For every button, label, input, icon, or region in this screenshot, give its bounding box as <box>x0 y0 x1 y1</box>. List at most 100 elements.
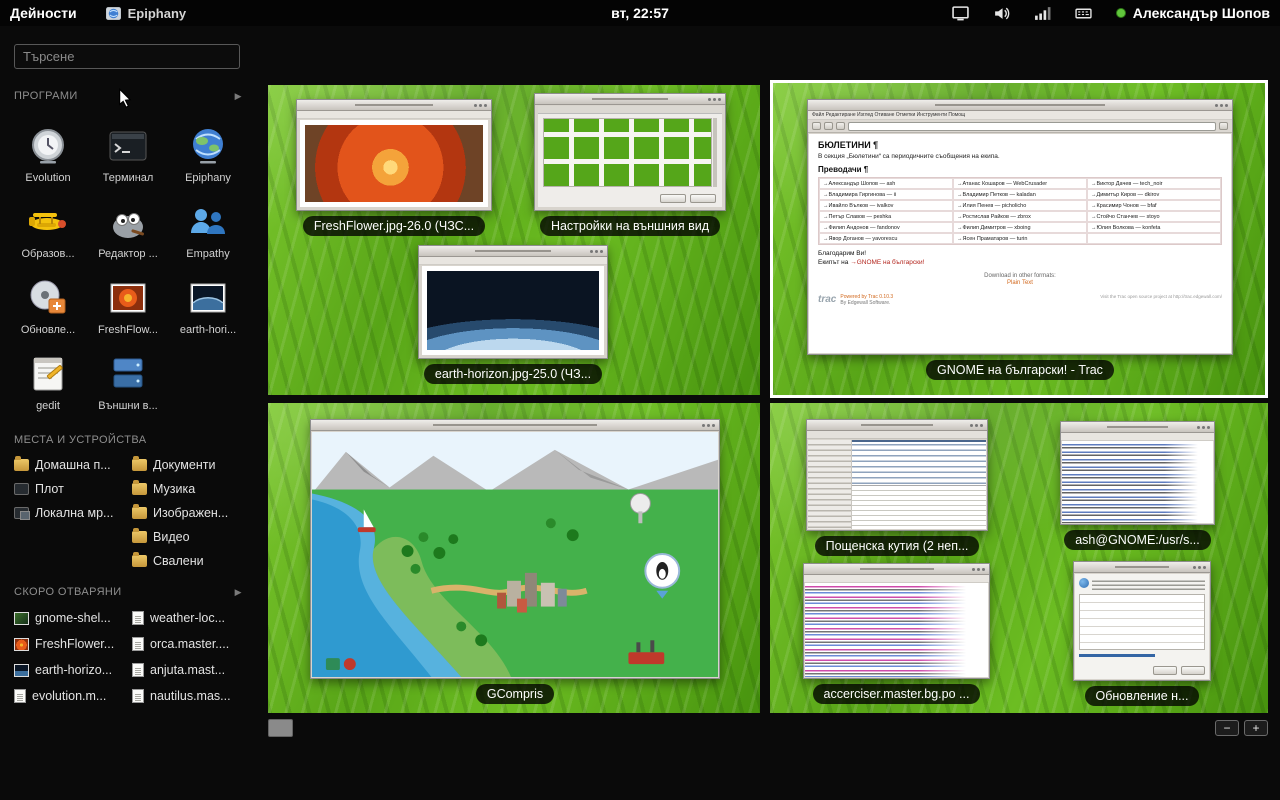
translators-heading: Преводачи ¶ <box>818 165 1222 174</box>
team-link[interactable]: →GNOME на български! <box>850 259 924 266</box>
recent-item[interactable]: FreshFlower... <box>14 634 132 654</box>
app-tile-empathy[interactable]: Empathy <box>168 190 248 260</box>
window-group-earth: earth-horizon.jpg-25.0 (ЧЗ... <box>418 245 608 384</box>
app-tile-terminal[interactable]: Терминал <box>88 114 168 184</box>
recent-label: FreshFlower... <box>35 637 114 651</box>
app-tile-freshflower[interactable]: FreshFlow... <box>88 266 168 336</box>
window-group-appearance: Настройки на външния вид <box>534 93 726 236</box>
workspace-1[interactable]: FreshFlower.jpg-26.0 (ЧЗС... Настройки н… <box>268 85 760 395</box>
places-section-header: МЕСТА И УСТРОЙСТВА <box>14 434 242 446</box>
recent-item[interactable]: weather-loc... <box>132 608 250 628</box>
programs-title: ПРОГРАМИ <box>14 90 78 102</box>
gcompris-map <box>312 432 718 677</box>
keyboard-input-icon[interactable] <box>1075 5 1092 22</box>
recent-item[interactable]: evolution.m... <box>14 686 132 706</box>
browser-navbar <box>808 120 1232 133</box>
window-software-update[interactable] <box>1073 561 1211 681</box>
window-gimp-earth[interactable] <box>418 245 608 359</box>
activities-button[interactable]: Дейности <box>10 5 77 21</box>
search-input[interactable] <box>14 44 240 69</box>
app-label: Редактор ... <box>98 248 158 260</box>
workspace-2-active[interactable]: Файл Редактиране Изглед Отиване Отметки … <box>770 80 1268 398</box>
updater-body <box>1075 574 1209 679</box>
po-file-content <box>805 583 988 677</box>
forward-button[interactable] <box>824 122 833 130</box>
place-local-network[interactable]: Локална мр... <box>14 504 132 522</box>
text-file-icon <box>132 663 144 677</box>
terminal-icon <box>106 124 150 168</box>
window-label: accerciser.master.bg.po ... <box>813 684 981 704</box>
recent-item[interactable]: gnome-shel... <box>14 608 132 628</box>
gimp-canvas <box>300 120 488 207</box>
videos-folder-icon <box>132 531 147 543</box>
window-po-editor[interactable] <box>803 563 990 679</box>
window-label: FreshFlower.jpg-26.0 (ЧЗС... <box>303 216 485 236</box>
volume-icon[interactable] <box>993 5 1010 22</box>
place-pictures[interactable]: Изображен... <box>132 504 250 522</box>
app-tile-external-drives[interactable]: Външни в... <box>88 342 168 412</box>
recent-item[interactable]: nautilus.mas... <box>132 686 250 706</box>
recent-right-column: weather-loc... orca.master.... anjuta.ma… <box>132 608 250 706</box>
mail-preview-pane <box>852 486 986 529</box>
recent-item[interactable]: earth-horizo... <box>14 660 132 680</box>
translators-table: →Александър Шопов — ash →Атанас Кошаров … <box>818 177 1222 245</box>
app-tile-epiphany[interactable]: Epiphany <box>168 114 248 184</box>
places-left-column: Домашна п... Плот Локална мр... <box>14 456 132 570</box>
programs-section-header: ПРОГРАМИ ▶ <box>14 90 242 102</box>
translator-cell: →Димитър Киров — dkirov <box>1087 189 1221 200</box>
programs-expand-icon[interactable]: ▶ <box>235 91 242 102</box>
workspace-pager[interactable] <box>268 719 293 737</box>
window-evolution-mail[interactable] <box>806 419 988 531</box>
plain-text-link[interactable]: Plain Text <box>818 280 1222 286</box>
place-downloads[interactable]: Свалени <box>132 552 250 570</box>
window-gcompris[interactable] <box>310 419 720 679</box>
presence-indicator <box>1116 8 1126 18</box>
status-area: Александър Шопов <box>952 0 1270 26</box>
remove-workspace-button[interactable]: − <box>1215 720 1239 736</box>
translator-cell: →Петър Славов — peshka <box>819 211 953 222</box>
display-icon[interactable] <box>952 5 969 22</box>
place-desktop[interactable]: Плот <box>14 480 132 498</box>
go-button[interactable] <box>1219 122 1228 130</box>
back-button[interactable] <box>812 122 821 130</box>
clock[interactable]: вт, 22:57 <box>611 5 669 21</box>
screenshot-thumbnail-icon <box>14 612 29 625</box>
reload-button[interactable] <box>836 122 845 130</box>
wallpaper-grid <box>543 118 712 187</box>
add-workspace-button[interactable]: + <box>1244 720 1268 736</box>
place-videos[interactable]: Видео <box>132 528 250 546</box>
text-file-icon <box>14 689 26 703</box>
app-tile-gcompris[interactable]: Образов... <box>8 190 88 260</box>
recent-item[interactable]: anjuta.mast... <box>132 660 250 680</box>
app-tile-gimp[interactable]: Редактор ... <box>88 190 168 260</box>
place-music[interactable]: Музика <box>132 480 250 498</box>
window-terminal[interactable] <box>1060 421 1215 525</box>
app-menu[interactable]: Epiphany <box>105 5 187 22</box>
translator-cell: →Стойчо Станчев — stoyo <box>1087 211 1221 222</box>
user-menu[interactable]: Александър Шопов <box>1116 5 1270 21</box>
window-titlebar <box>419 246 607 257</box>
translator-cell: →Явор Доганов — yavorescu <box>819 233 953 244</box>
url-bar[interactable] <box>848 122 1216 131</box>
window-label: earth-horizon.jpg-25.0 (ЧЗ... <box>424 364 602 384</box>
workspace-3[interactable]: GCompris <box>268 403 760 713</box>
app-tile-earth-horizon[interactable]: earth-hori... <box>168 266 248 336</box>
window-label: GNOME на български! - Trac <box>926 360 1114 380</box>
place-home[interactable]: Домашна п... <box>14 456 132 474</box>
recent-item[interactable]: orca.master.... <box>132 634 250 654</box>
network-signal-icon[interactable] <box>1034 5 1051 22</box>
window-appearance-settings[interactable] <box>534 93 726 211</box>
window-browser-trac[interactable]: Файл Редактиране Изглед Отиване Отметки … <box>807 99 1233 355</box>
recent-expand-icon[interactable]: ▶ <box>235 587 242 598</box>
text-file-icon <box>132 637 144 651</box>
workspace-4[interactable]: Пощенска кутия (2 неп... ash@GNOME:/usr/… <box>770 403 1268 713</box>
appearance-tabs <box>538 106 722 114</box>
app-tile-gedit[interactable]: gedit <box>8 342 88 412</box>
software-update-icon <box>26 276 70 320</box>
translator-cell: →Илия Пенев — picholicho <box>953 200 1087 211</box>
app-tile-evolution[interactable]: Evolution <box>8 114 88 184</box>
place-documents[interactable]: Документи <box>132 456 250 474</box>
window-gimp-freshflower[interactable] <box>296 99 492 211</box>
app-tile-updates[interactable]: Обновле... <box>8 266 88 336</box>
updater-buttons <box>1153 666 1205 675</box>
